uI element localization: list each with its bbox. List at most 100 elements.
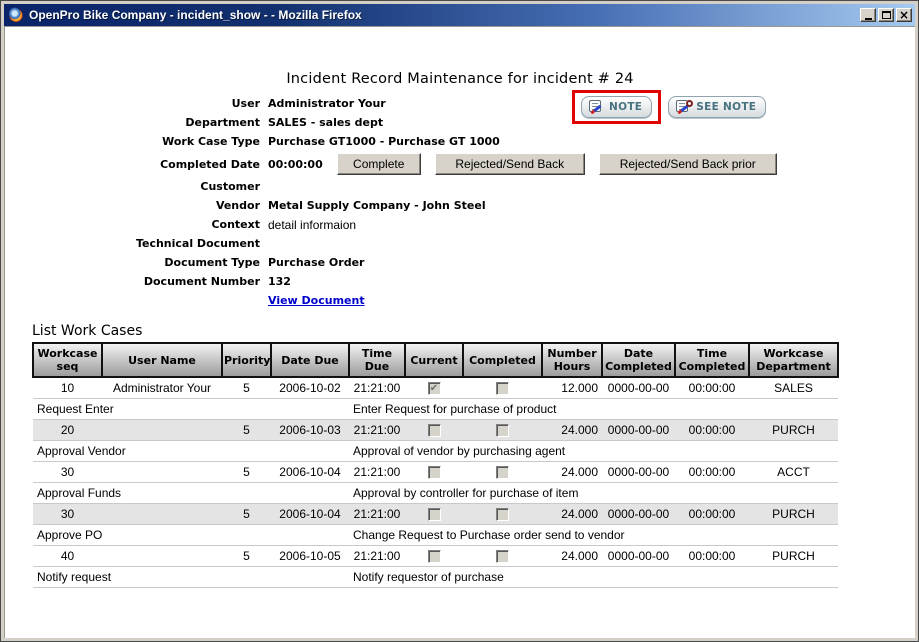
field-row-user: User Administrator Your (5, 94, 915, 113)
time-due-cell: 21:21:00 (349, 377, 405, 398)
time-due-cell: 21:21:00 (349, 545, 405, 566)
priority-cell: 5 (222, 545, 271, 566)
field-row-completed-date: Completed Date 00:00:00 Complete Rejecte… (5, 151, 915, 177)
field-value: SALES - sales dept (268, 116, 383, 129)
priority-cell: 5 (222, 503, 271, 524)
column-header: User Name (102, 343, 222, 377)
date-completed-cell: 0000-00-00 (602, 419, 675, 440)
user-name-cell (102, 545, 222, 566)
field-row-customer: Customer (5, 177, 915, 196)
workcase-name-cell: Approval Vendor (33, 440, 349, 461)
note-button-label: NOTE (609, 101, 642, 113)
current-checkbox[interactable] (428, 550, 441, 563)
field-value: 132 (268, 275, 291, 288)
red-highlight-box: NOTE (572, 90, 661, 124)
column-header: Time Due (349, 343, 405, 377)
work-cases-title: List Work Cases (32, 323, 915, 339)
workcase-name-cell: Request Enter (33, 398, 349, 419)
maximize-button[interactable] (878, 8, 894, 22)
work-cases-table: Workcase seqUser NamePriorityDate DueTim… (32, 342, 839, 588)
time-completed-cell: 00:00:00 (675, 461, 749, 482)
number-hours-cell: 12.000 (542, 377, 602, 398)
date-due-cell: 2006-10-03 (271, 419, 349, 440)
complete-button[interactable]: Complete (337, 153, 421, 175)
workcase-description-row: Approval FundsApproval by controller for… (33, 482, 838, 503)
field-label: Department (5, 116, 260, 129)
current-cell (405, 419, 463, 440)
maximize-icon (882, 11, 891, 19)
current-checkbox[interactable] (428, 466, 441, 479)
workcase-description-row: Approve POChange Request to Purchase ord… (33, 524, 838, 545)
rejected-send-back-prior-button[interactable]: Rejected/Send Back prior (599, 153, 777, 175)
workcase-description-row: Notify requestNotify requestor of purcha… (33, 566, 838, 587)
title-bar[interactable]: OpenPro Bike Company - incident_show - -… (4, 4, 915, 26)
current-cell (405, 461, 463, 482)
field-label: User (5, 97, 260, 110)
current-checkbox[interactable] (428, 508, 441, 521)
current-cell (405, 545, 463, 566)
user-name-cell: Administrator Your (102, 377, 222, 398)
note-button[interactable]: NOTE (581, 96, 652, 118)
workcase-description-cell: Approval by controller for purchase of i… (349, 482, 838, 503)
rejected-send-back-button[interactable]: Rejected/Send Back (435, 153, 585, 175)
field-row-document-type: Document Type Purchase Order (5, 253, 915, 272)
completed-cell (463, 503, 542, 524)
workcase-data-row: 3052006-10-0421:21:0024.0000000-00-0000:… (33, 503, 838, 524)
completed-cell (463, 377, 542, 398)
workcase-data-row: 2052006-10-0321:21:0024.0000000-00-0000:… (33, 419, 838, 440)
completed-checkbox[interactable] (496, 466, 509, 479)
workcase-description-cell: Notify requestor of purchase (349, 566, 838, 587)
column-header: Workcase seq (33, 343, 102, 377)
column-header: Date Due (271, 343, 349, 377)
date-due-cell: 2006-10-04 (271, 461, 349, 482)
browser-window: OpenPro Bike Company - incident_show - -… (0, 0, 919, 642)
field-label: Vendor (5, 199, 260, 212)
field-value: Purchase GT1000 - Purchase GT 1000 (268, 135, 500, 148)
note-button-cluster: NOTE SEE NOTE (572, 90, 766, 124)
field-label: Document Type (5, 256, 260, 269)
field-label: Completed Date (5, 158, 260, 171)
field-label: Context (5, 218, 260, 231)
workcase-data-row: 3052006-10-0421:21:0024.0000000-00-0000:… (33, 461, 838, 482)
number-hours-cell: 24.000 (542, 461, 602, 482)
time-completed-cell: 00:00:00 (675, 503, 749, 524)
completed-checkbox[interactable] (496, 382, 509, 395)
minimize-icon (865, 18, 872, 20)
priority-cell: 5 (222, 461, 271, 482)
user-name-cell (102, 419, 222, 440)
date-due-cell: 2006-10-04 (271, 503, 349, 524)
department-cell: PURCH (749, 419, 838, 440)
current-checkbox[interactable] (428, 424, 441, 437)
seq-cell: 40 (33, 545, 102, 566)
completed-checkbox[interactable] (496, 424, 509, 437)
priority-cell: 5 (222, 419, 271, 440)
workcase-description-cell: Enter Request for purchase of product (349, 398, 838, 419)
field-value: Administrator Your (268, 97, 386, 110)
seq-cell: 20 (33, 419, 102, 440)
column-header: Completed (463, 343, 542, 377)
current-checkbox[interactable] (428, 382, 441, 395)
field-label: Document Number (5, 275, 260, 288)
time-completed-cell: 00:00:00 (675, 377, 749, 398)
incident-fields: User Administrator Your Department SALES… (5, 94, 915, 310)
time-due-cell: 21:21:00 (349, 419, 405, 440)
workcase-description-row: Request EnterEnter Request for purchase … (33, 398, 838, 419)
see-note-button[interactable]: SEE NOTE (668, 96, 766, 118)
completed-cell (463, 419, 542, 440)
close-button[interactable]: × (896, 8, 912, 22)
number-hours-cell: 24.000 (542, 503, 602, 524)
completed-date-value: 00:00:00 (268, 158, 323, 171)
field-row-view-document: View Document (5, 291, 915, 310)
completed-checkbox[interactable] (496, 508, 509, 521)
minimize-button[interactable] (860, 8, 876, 22)
date-completed-cell: 0000-00-00 (602, 545, 675, 566)
completed-checkbox[interactable] (496, 550, 509, 563)
date-due-cell: 2006-10-02 (271, 377, 349, 398)
view-document-link[interactable]: View Document (268, 294, 365, 307)
firefox-logo-icon (8, 7, 24, 23)
see-note-button-label: SEE NOTE (696, 101, 756, 113)
field-value: Metal Supply Company - John Steel (268, 199, 486, 212)
column-header: Date Completed (602, 343, 675, 377)
department-cell: ACCT (749, 461, 838, 482)
user-name-cell (102, 503, 222, 524)
